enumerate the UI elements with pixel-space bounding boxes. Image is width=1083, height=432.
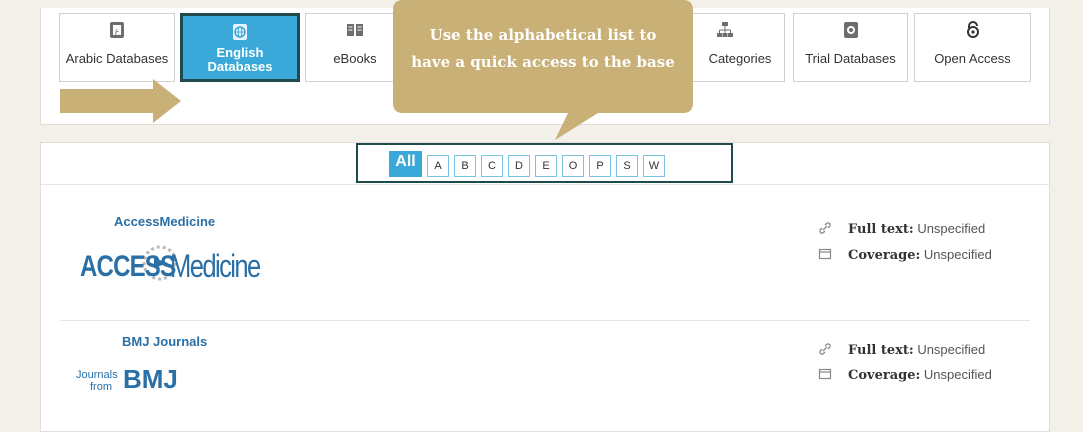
letter-w[interactable]: W [643,155,665,177]
link-icon [819,222,831,234]
tab-label: Open Access [934,51,1011,66]
tab-label: Trial Databases [805,51,896,66]
accessmedicine-logo[interactable]: ACCESS Medicine [78,228,278,298]
pointer-arrow-icon [60,79,181,123]
svg-text:ع: ع [115,27,120,36]
tab-label: Categories [708,51,772,66]
letter-c[interactable]: C [481,155,503,177]
open-access-icon [966,21,979,38]
tab-label: Arabic Databases [65,51,169,66]
calendar-icon [818,368,832,380]
divider [41,184,1049,185]
trial-database-icon [843,22,858,38]
letter-all[interactable]: All [389,151,422,177]
globe-database-icon [233,24,247,40]
alphabet-filter: All A B C D E O P S W [356,143,733,183]
book-icon [347,24,363,36]
letter-a[interactable]: A [427,155,449,177]
tab-ebooks[interactable]: eBooks [305,13,405,82]
tab-open-access[interactable]: Open Access [914,13,1031,82]
tab-arabic-databases[interactable]: ع Arabic Databases [59,13,175,82]
tab-label: eBooks [333,51,377,66]
letter-p[interactable]: P [589,155,611,177]
bmj-logo[interactable]: Journals from BMJ [76,362,206,402]
hierarchy-icon [717,22,733,37]
entry-divider [60,320,1030,321]
database-title-link[interactable]: AccessMedicine [114,214,215,229]
letter-d[interactable]: D [508,155,530,177]
callout-text: Use the alphabetical list to have a quic… [411,26,675,71]
database-title-link[interactable]: BMJ Journals [122,334,207,349]
tab-trial-databases[interactable]: Trial Databases [793,13,908,82]
link-icon [819,343,831,355]
letter-o[interactable]: O [562,155,584,177]
tab-label: English Databases [207,45,273,74]
letter-s[interactable]: S [616,155,638,177]
letter-b[interactable]: B [454,155,476,177]
calendar-icon [818,248,832,260]
letter-e[interactable]: E [535,155,557,177]
database-icon: ع [110,22,124,38]
tab-english-databases[interactable]: English Databases [180,13,300,82]
